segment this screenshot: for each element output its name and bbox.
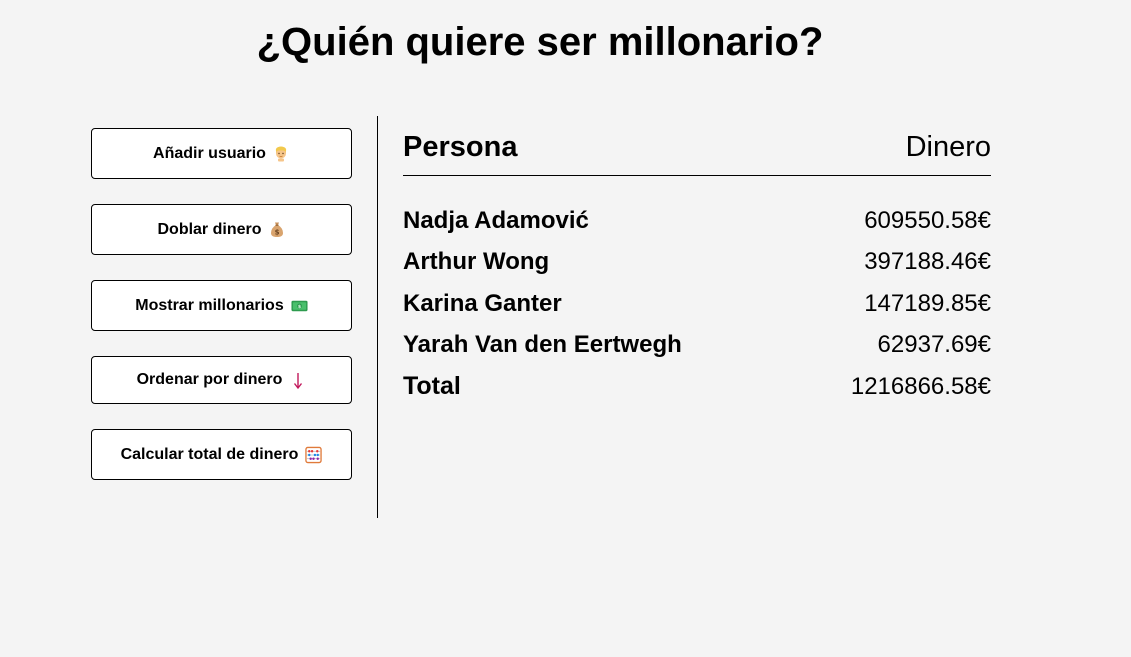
- total-label: Total: [403, 372, 461, 401]
- table-row: Nadja Adamović 609550.58€: [403, 200, 991, 242]
- person-emoji-icon: [273, 145, 290, 162]
- arrow-down-icon: [289, 372, 306, 389]
- banknote-icon: $: [291, 297, 308, 314]
- abacus-icon: [305, 446, 323, 463]
- page-title: ¿Quién quiere ser millonario?: [256, 20, 824, 64]
- add-user-button[interactable]: Añadir usuario: [91, 128, 352, 179]
- column-header-money: Dinero: [905, 131, 991, 163]
- person-name: Karina Ganter: [403, 289, 562, 317]
- person-name: Arthur Wong: [403, 248, 550, 276]
- total-row: Total 1216866.58€: [403, 366, 991, 408]
- sort-by-money-button[interactable]: Ordenar por dinero: [91, 356, 352, 404]
- svg-text:$: $: [275, 229, 280, 237]
- person-money: 147189.85€: [864, 289, 991, 317]
- svg-text:$: $: [298, 303, 301, 309]
- money-table: Persona Dinero Nadja Adamović 609550.58€…: [403, 126, 991, 408]
- table-row: Arthur Wong 397188.46€: [403, 242, 991, 284]
- double-money-button[interactable]: Doblar dinero $: [91, 204, 352, 255]
- calculate-total-button[interactable]: Calcular total de dinero: [91, 429, 352, 480]
- person-name: Yarah Van den Eertwegh: [403, 331, 682, 359]
- money-bag-icon: $: [269, 221, 286, 238]
- person-money: 397188.46€: [864, 248, 991, 276]
- column-header-person: Persona: [403, 131, 518, 163]
- person-money: 609550.58€: [864, 206, 991, 234]
- calculate-total-label: Calcular total de dinero: [120, 445, 299, 463]
- vertical-divider: [377, 116, 378, 518]
- double-money-label: Doblar dinero: [157, 220, 262, 238]
- table-body: Nadja Adamović 609550.58€ Arthur Wong 39…: [403, 200, 991, 408]
- show-millionaires-label: Mostrar millonarios: [135, 296, 284, 314]
- table-row: Yarah Van den Eertwegh 62937.69€: [403, 325, 991, 367]
- table-header: Persona Dinero: [403, 126, 991, 176]
- total-money: 1216866.58€: [850, 372, 991, 400]
- sort-by-money-label: Ordenar por dinero: [136, 371, 283, 388]
- person-name: Nadja Adamović: [403, 206, 589, 234]
- person-money: 62937.69€: [877, 331, 991, 359]
- table-row: Karina Ganter 147189.85€: [403, 283, 991, 325]
- add-user-label: Añadir usuario: [153, 144, 266, 162]
- show-millionaires-button[interactable]: Mostrar millonarios $: [91, 280, 352, 331]
